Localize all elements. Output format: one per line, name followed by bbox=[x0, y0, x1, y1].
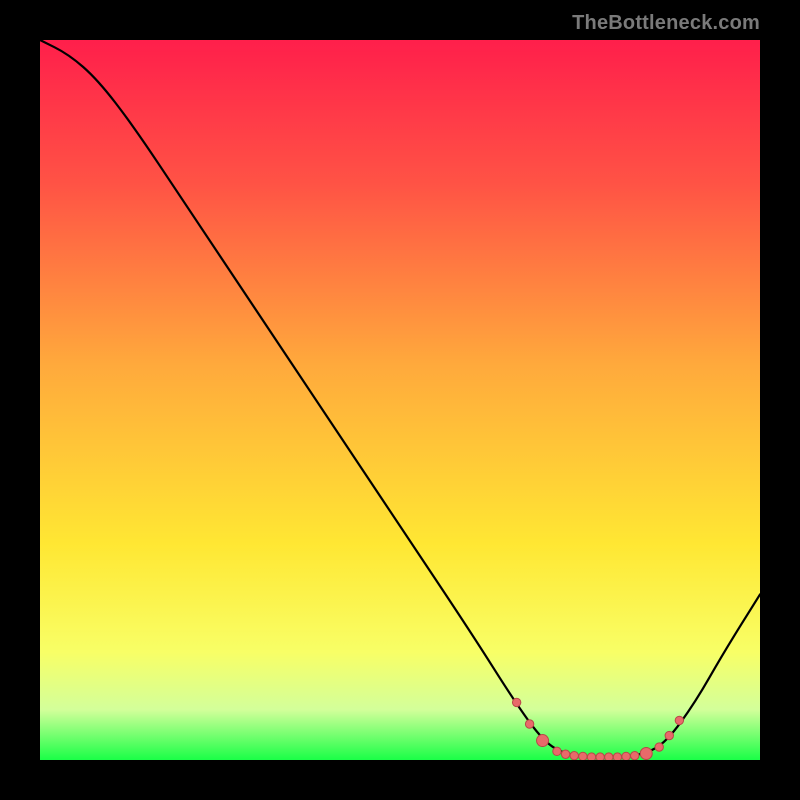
plot-area bbox=[40, 40, 760, 760]
watermark-text: TheBottleneck.com bbox=[572, 12, 760, 35]
heatmap-gradient-background bbox=[40, 40, 760, 760]
chart-container: TheBottleneck.com bbox=[0, 0, 800, 800]
